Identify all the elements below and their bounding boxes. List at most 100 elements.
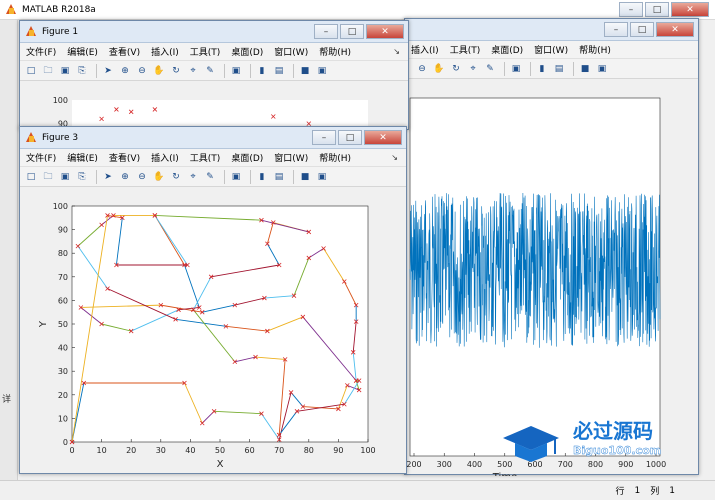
save-icon[interactable]: ▣ [58, 64, 72, 78]
menu-insert[interactable]: 插入(I) [411, 43, 439, 56]
brush-icon[interactable]: ✎ [483, 62, 497, 76]
x-tick-label: 20 [126, 446, 136, 455]
pointer-icon[interactable]: ➤ [101, 64, 115, 78]
route-plot[interactable]: 0 10 20 30 40 50 60 70 80 90 100 0 10 20 30 40 50 60 70 80 9… [20, 188, 406, 473]
menu-tools[interactable]: 工具(T) [450, 43, 481, 56]
menu-window[interactable]: 窗口(W) [274, 45, 308, 58]
data-cursor-icon[interactable]: ⌖ [466, 62, 480, 76]
zoom-out-icon[interactable]: ⊖ [135, 170, 149, 184]
figure3-titlebar: Figure 3 – □ ✕ [20, 127, 406, 149]
brush-icon[interactable]: ✎ [203, 170, 217, 184]
menu-view[interactable]: 查看(V) [109, 45, 140, 58]
close-button[interactable]: ✕ [366, 24, 404, 39]
menu-edit[interactable]: 编辑(E) [67, 45, 98, 58]
graduation-cap-icon: 必过源码 Biguo100.com [503, 419, 661, 462]
brush-icon[interactable]: ✎ [203, 64, 217, 78]
menu-view[interactable]: 查看(V) [109, 151, 140, 164]
figure1-plot[interactable]: 10090 [20, 82, 408, 160]
watermark: 必过源码 Biguo100.com [495, 408, 695, 466]
rotate-icon[interactable]: ↻ [449, 62, 463, 76]
dock-icon[interactable]: ▣ [315, 170, 329, 184]
figure1-title: Figure 1 [42, 26, 79, 37]
hide-tools-icon[interactable]: ■ [298, 64, 312, 78]
y-tick-label: 50 [58, 320, 68, 329]
zoom-out-icon[interactable]: ⊖ [415, 62, 429, 76]
data-cursor-icon[interactable]: ⌖ [186, 64, 200, 78]
colorbar-icon[interactable]: ▮ [255, 64, 269, 78]
hide-tools-icon[interactable]: ■ [298, 170, 312, 184]
colorbar-icon[interactable]: ▮ [535, 62, 549, 76]
figure1-window[interactable]: Figure 1 – □ ✕ 文件(F) 编辑(E) 查看(V) 插入(I) 工… [19, 20, 409, 160]
menu-desktop[interactable]: 桌面(D) [491, 43, 523, 56]
menu-tools[interactable]: 工具(T) [190, 151, 221, 164]
print-icon[interactable]: ⎘ [75, 170, 89, 184]
x-tick-label: 30 [156, 446, 166, 455]
data-cursor-icon[interactable]: ⌖ [186, 170, 200, 184]
maximize-button[interactable]: □ [645, 2, 669, 17]
zoom-in-icon[interactable]: ⊕ [118, 64, 132, 78]
minimize-button[interactable]: – [604, 22, 628, 37]
menu-file[interactable]: 文件(F) [26, 151, 56, 164]
menu-help[interactable]: 帮助(H) [319, 45, 351, 58]
print-icon[interactable]: ⎘ [75, 64, 89, 78]
row-label: 行 [615, 487, 625, 497]
menu-insert[interactable]: 插入(I) [151, 151, 179, 164]
pan-icon[interactable]: ✋ [152, 170, 166, 184]
open-icon[interactable]: 🗀 [41, 170, 55, 184]
time-x-axis-label: Time [492, 472, 517, 476]
menu-file[interactable]: 文件(F) [26, 45, 56, 58]
menu-tools[interactable]: 工具(T) [190, 45, 221, 58]
maximize-button[interactable]: □ [340, 24, 364, 39]
new-icon[interactable]: □ [24, 170, 38, 184]
figure1-body: 100 90 [20, 82, 408, 160]
menu-dock-arrow-icon[interactable]: ↘ [391, 153, 398, 162]
dock-icon[interactable]: ▣ [315, 64, 329, 78]
menu-window[interactable]: 窗口(W) [274, 151, 308, 164]
new-icon[interactable]: □ [24, 64, 38, 78]
close-button[interactable]: ✕ [671, 2, 709, 17]
figure3-window[interactable]: Figure 3 – □ ✕ 文件(F) 编辑(E) 查看(V) 插入(I) 工… [19, 126, 407, 474]
x-tick-label: 90 [333, 446, 343, 455]
save-icon[interactable]: ▣ [58, 170, 72, 184]
figure3-title: Figure 3 [42, 132, 79, 143]
y-tick-label: 10 [58, 414, 68, 423]
link-icon[interactable]: ▣ [229, 64, 243, 78]
figure-back-window[interactable]: – □ ✕ 插入(I) 工具(T) 桌面(D) 窗口(W) 帮助(H) ⊖ ✋ … [404, 18, 699, 483]
open-icon[interactable]: 🗀 [41, 64, 55, 78]
menu-insert[interactable]: 插入(I) [151, 45, 179, 58]
rotate-icon[interactable]: ↻ [169, 170, 183, 184]
pan-icon[interactable]: ✋ [432, 62, 446, 76]
hide-tools-icon[interactable]: ■ [578, 62, 592, 76]
maximize-button[interactable]: □ [338, 130, 362, 145]
menu-edit[interactable]: 编辑(E) [67, 151, 98, 164]
menu-help[interactable]: 帮助(H) [319, 151, 351, 164]
legend-icon[interactable]: ▤ [272, 64, 286, 78]
link-icon[interactable]: ▣ [509, 62, 523, 76]
menu-window[interactable]: 窗口(W) [534, 43, 568, 56]
figure1-titlebar: Figure 1 – □ ✕ [20, 21, 408, 43]
rotate-icon[interactable]: ↻ [169, 64, 183, 78]
menu-help[interactable]: 帮助(H) [579, 43, 611, 56]
pointer-icon[interactable]: ➤ [101, 170, 115, 184]
legend-icon[interactable]: ▤ [272, 170, 286, 184]
dock-icon[interactable]: ▣ [595, 62, 609, 76]
col-value: 1 [669, 485, 675, 496]
link-icon[interactable]: ▣ [229, 170, 243, 184]
colorbar-icon[interactable]: ▮ [255, 170, 269, 184]
zoom-out-icon[interactable]: ⊖ [135, 64, 149, 78]
menu-dock-arrow-icon[interactable]: ↘ [393, 47, 400, 56]
zoom-in-icon[interactable]: ⊕ [118, 170, 132, 184]
close-button[interactable]: ✕ [656, 22, 694, 37]
minimize-button[interactable]: – [314, 24, 338, 39]
minimize-button[interactable]: – [619, 2, 643, 17]
menu-desktop[interactable]: 桌面(D) [231, 151, 263, 164]
legend-icon[interactable]: ▤ [552, 62, 566, 76]
maximize-button[interactable]: □ [630, 22, 654, 37]
figure3-menubar: 文件(F) 编辑(E) 查看(V) 插入(I) 工具(T) 桌面(D) 窗口(W… [20, 149, 406, 167]
pan-icon[interactable]: ✋ [152, 64, 166, 78]
close-button[interactable]: ✕ [364, 130, 402, 145]
figure-back-titlebar: – □ ✕ [405, 19, 698, 41]
menu-desktop[interactable]: 桌面(D) [231, 45, 263, 58]
x-tick-label: 100 [360, 446, 375, 455]
minimize-button[interactable]: – [312, 130, 336, 145]
